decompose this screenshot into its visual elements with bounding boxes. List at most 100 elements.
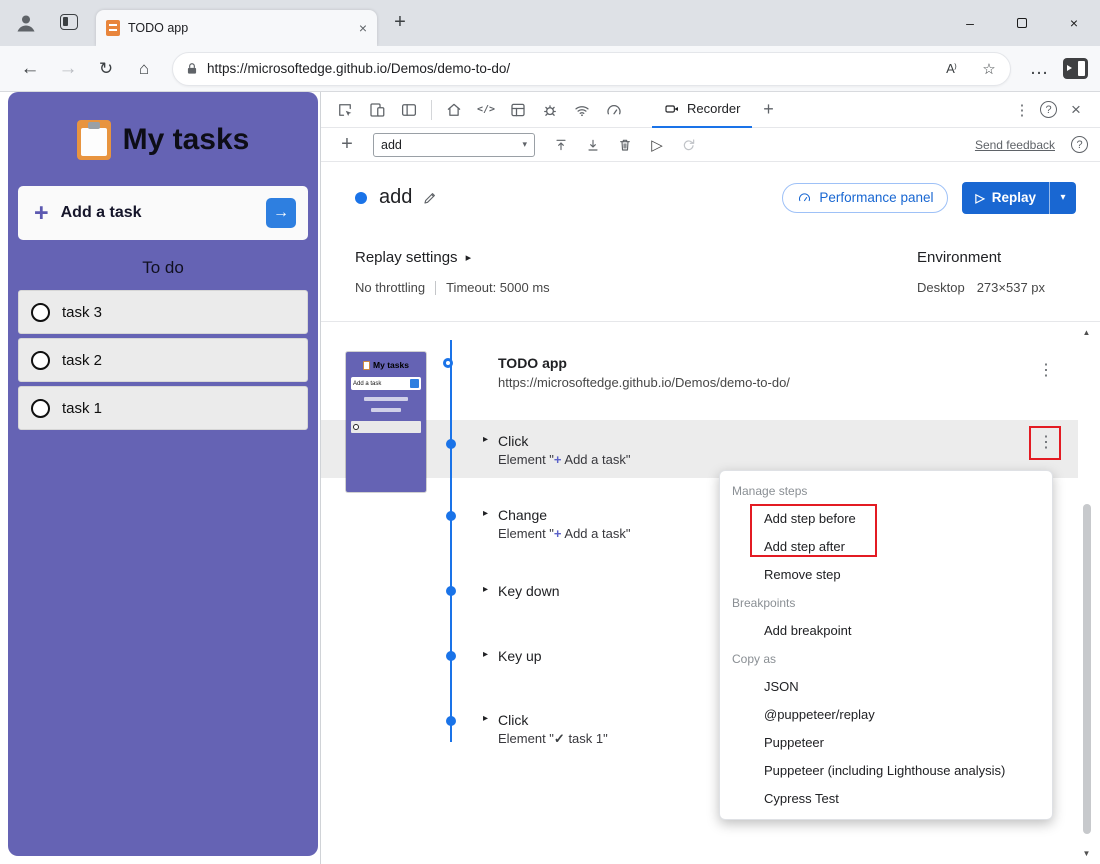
inspect-icon[interactable] (329, 96, 361, 124)
task-checkbox[interactable] (31, 350, 50, 370)
thumbnail-task-circle (353, 424, 359, 430)
scrollbar-thumb[interactable] (1083, 504, 1091, 834)
forward-button[interactable]: → (50, 51, 86, 87)
devtools-panel: </> Recorder + ⋮ ? × + add ▾ ▷ Send feed… (320, 92, 1100, 864)
tab-close-icon[interactable]: × (359, 20, 367, 36)
recorder-help-icon[interactable]: ? (1071, 136, 1088, 153)
menu-item-copy-json[interactable]: JSON (720, 673, 1052, 701)
replay-label: Replay (991, 190, 1036, 205)
task-row[interactable]: task 2 (18, 338, 308, 382)
play-icon[interactable]: ▷ (643, 132, 671, 158)
thumbnail-text-line (364, 397, 408, 401)
scroll-up-icon[interactable]: ▲ (1079, 328, 1094, 337)
edit-name-pencil-icon[interactable] (422, 190, 438, 206)
step-nav-title[interactable]: TODO app (498, 355, 567, 371)
welcome-home-icon[interactable] (438, 96, 470, 124)
add-task-label[interactable]: Add a task (61, 204, 254, 222)
task-checkbox[interactable] (31, 302, 50, 322)
expand-step-icon[interactable]: ▸ (483, 584, 488, 595)
timeline-line (450, 340, 452, 742)
sources-icon[interactable]: </> (470, 96, 502, 124)
step-action[interactable]: Click (498, 710, 528, 730)
replay-settings-toggle[interactable]: Replay settings ▸ (355, 249, 471, 266)
replay-button[interactable]: ▷ Replay (962, 181, 1049, 214)
recording-select[interactable]: add ▾ (373, 132, 535, 157)
panel-grid-icon[interactable] (502, 96, 534, 124)
layout-panel-icon[interactable] (393, 96, 425, 124)
browser-titlebar: TODO app × + – × (0, 0, 1100, 46)
device-emulation-icon[interactable] (361, 96, 393, 124)
step-action[interactable]: Click (498, 431, 528, 451)
expand-step-icon[interactable]: ▸ (483, 713, 488, 724)
back-button[interactable]: ← (12, 51, 48, 87)
performance-gauge-icon[interactable] (598, 96, 630, 124)
delete-recording-icon[interactable] (611, 132, 639, 158)
replay-options-caret[interactable]: ▾ (1049, 181, 1076, 214)
steps-timeline: My tasks Add a task TODO app https://mic… (321, 322, 1100, 864)
scrollbar[interactable]: ▲ ▼ (1079, 326, 1094, 860)
browser-tab[interactable]: TODO app × (96, 10, 377, 46)
step-context-menu: Manage steps Add step before Add step af… (719, 470, 1053, 820)
task-row[interactable]: task 1 (18, 386, 308, 430)
add-task-submit-button[interactable]: → (266, 198, 296, 228)
menu-item-add-step-after[interactable]: Add step after (720, 533, 1052, 561)
menu-item-copy-puppeteer-replay[interactable]: @puppeteer/replay (720, 701, 1052, 729)
profile-icon[interactable] (14, 11, 38, 35)
bug-icon[interactable] (534, 96, 566, 124)
import-recording-icon[interactable] (547, 132, 575, 158)
scroll-down-icon[interactable]: ▼ (1079, 849, 1094, 858)
step-menu-kebab-icon[interactable]: ⋮ (1035, 432, 1057, 454)
task-row[interactable]: task 3 (18, 290, 308, 334)
favorites-star-icon[interactable]: ☆ (974, 54, 1004, 84)
expand-step-icon[interactable]: ▸ (483, 434, 488, 445)
add-task-row[interactable]: + Add a task → (18, 186, 308, 240)
menu-group-header: Breakpoints (732, 596, 796, 610)
menu-item-copy-cypress[interactable]: Cypress Test (720, 785, 1052, 813)
export-recording-icon[interactable] (579, 132, 607, 158)
tab-recorder[interactable]: Recorder (652, 92, 753, 128)
webpage: My tasks + Add a task → To do task 3 tas… (0, 92, 320, 864)
todo-app-card: My tasks + Add a task → To do task 3 tas… (8, 92, 318, 856)
minimize-button[interactable]: – (944, 0, 996, 46)
home-button[interactable]: ⌂ (126, 51, 162, 87)
timeline-step-dot (446, 716, 456, 726)
replay-split-button: ▷ Replay ▾ (962, 181, 1076, 214)
step-action[interactable]: Change (498, 505, 547, 525)
read-aloud-icon[interactable]: A⁾ (936, 54, 966, 84)
environment-values: Desktop 273×537 px (917, 280, 1045, 295)
url-text[interactable]: https://microsoftedge.github.io/Demos/de… (207, 61, 928, 76)
sidebar-toggle-icon[interactable] (1063, 58, 1088, 79)
add-tool-icon[interactable]: + (752, 96, 784, 124)
close-window-button[interactable]: × (1048, 0, 1100, 46)
devtools-help-icon[interactable]: ? (1040, 101, 1057, 118)
recording-select-value: add (381, 137, 402, 152)
devtools-close-icon[interactable]: × (1066, 100, 1086, 120)
new-recording-button[interactable]: + (333, 132, 361, 158)
network-wifi-icon[interactable] (566, 96, 598, 124)
new-tab-button[interactable]: + (388, 11, 412, 34)
expand-step-icon[interactable]: ▸ (483, 508, 488, 519)
step-menu-kebab-icon[interactable]: ⋮ (1035, 360, 1057, 382)
menu-item-remove-step[interactable]: Remove step (720, 561, 1052, 589)
task-checkbox[interactable] (31, 398, 50, 418)
menu-item-copy-puppeteer[interactable]: Puppeteer (720, 729, 1052, 757)
devtools-menu-icon[interactable]: ⋮ (1013, 101, 1031, 119)
menu-item-add-breakpoint[interactable]: Add breakpoint (720, 617, 1052, 645)
menu-item-copy-puppeteer-lighthouse[interactable]: Puppeteer (including Lighthouse analysis… (720, 757, 1052, 785)
step-action[interactable]: Key up (498, 646, 542, 666)
refresh-button[interactable]: ↻ (88, 51, 124, 87)
step-action[interactable]: Key down (498, 581, 559, 601)
expand-step-icon[interactable]: ▸ (483, 649, 488, 660)
thumbnail-text-line (371, 408, 401, 412)
send-feedback-link[interactable]: Send feedback (975, 138, 1055, 152)
plus-icon: + (34, 198, 49, 227)
workspaces-icon[interactable] (60, 14, 78, 30)
performance-panel-button[interactable]: Performance panel (782, 182, 949, 213)
menu-item-add-step-before[interactable]: Add step before (720, 505, 1052, 533)
step-element: Element "+ Add a task" (498, 526, 631, 541)
settings-more-icon[interactable]: … (1021, 51, 1057, 87)
maximize-button[interactable] (996, 0, 1048, 46)
address-bar[interactable]: https://microsoftedge.github.io/Demos/de… (172, 51, 1011, 86)
site-info-lock-icon[interactable] (185, 62, 199, 76)
thumbnail-add-task-label: Add a task (353, 380, 382, 387)
